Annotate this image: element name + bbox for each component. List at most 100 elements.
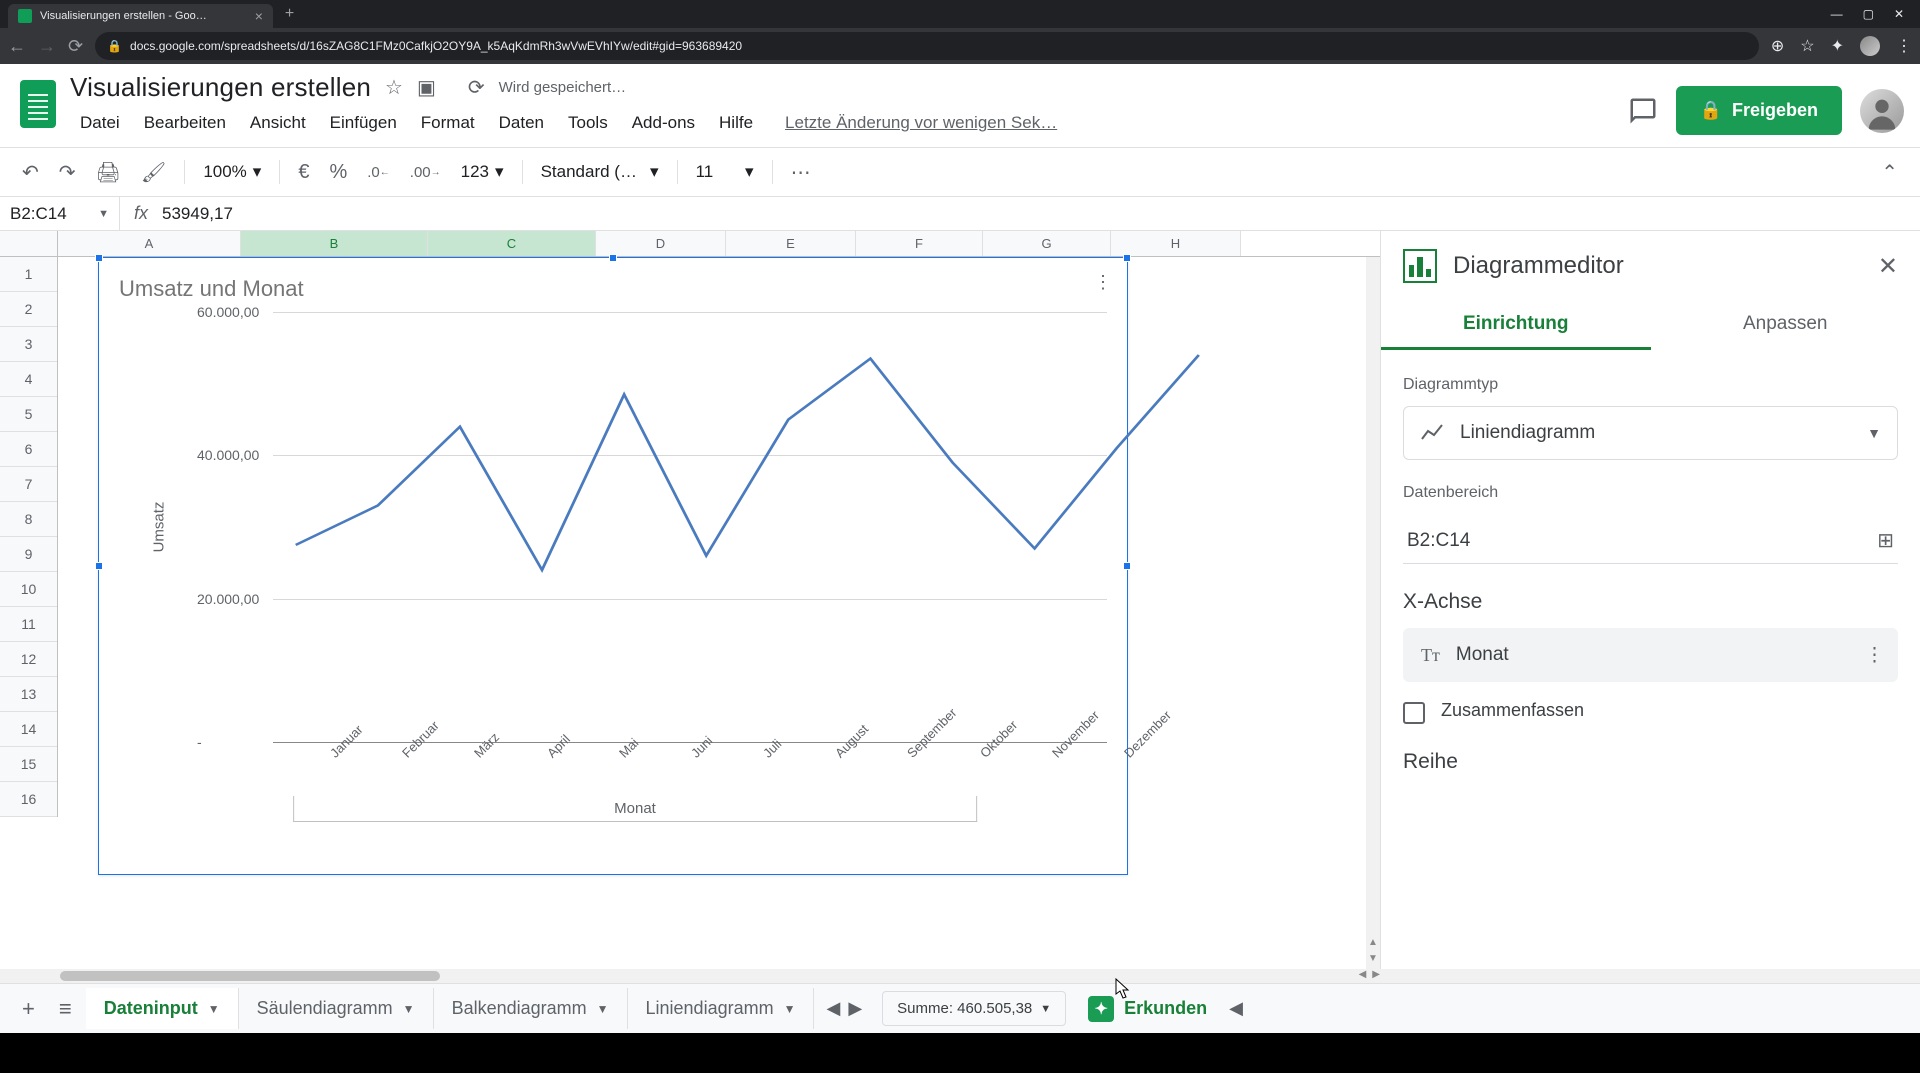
scrollbar-thumb[interactable] (60, 971, 440, 981)
row-header[interactable]: 11 (0, 607, 57, 642)
all-sheets-button[interactable]: ≡ (49, 988, 82, 1030)
formula-input[interactable]: 53949,17 (162, 204, 233, 224)
menu-datei[interactable]: Datei (70, 109, 130, 137)
name-box[interactable]: B2:C14 ▼ (0, 197, 120, 230)
quick-sum[interactable]: Summe: 460.505,38 ▼ (882, 991, 1066, 1026)
comments-icon[interactable] (1628, 96, 1658, 126)
row-header[interactable]: 4 (0, 362, 57, 397)
collapse-sidepanel-icon[interactable]: ◀ (1221, 998, 1251, 1019)
row-header[interactable]: 16 (0, 782, 57, 817)
scroll-down-icon[interactable]: ▼ (1366, 953, 1380, 967)
tab-setup[interactable]: Einrichtung (1381, 301, 1651, 350)
browser-tab[interactable]: Visualisierungen erstellen - Goo… × (8, 4, 273, 28)
tab-customize[interactable]: Anpassen (1651, 301, 1920, 350)
row-header[interactable]: 13 (0, 677, 57, 712)
percent-button[interactable]: % (323, 155, 353, 190)
move-document-icon[interactable]: ▣ (417, 75, 436, 100)
sheets-logo[interactable] (14, 72, 62, 136)
menu-format[interactable]: Format (411, 109, 485, 137)
add-sheet-button[interactable]: + (12, 988, 45, 1030)
column-header[interactable]: G (983, 231, 1111, 256)
cells-grid[interactable]: ng ⋮ Umsatz und Monat Umsatz 60.000,0040… (58, 257, 1380, 817)
menu-add-ons[interactable]: Add-ons (622, 109, 705, 137)
row-header[interactable]: 3 (0, 327, 57, 362)
scroll-left-icon[interactable]: ◀ (1359, 969, 1367, 983)
sheet-tab[interactable]: Dateninput ▼ (86, 988, 239, 1029)
select-all-corner[interactable] (0, 231, 58, 256)
x-axis-label[interactable]: Monat (293, 796, 977, 822)
column-header[interactable]: H (1111, 231, 1241, 256)
row-header[interactable]: 5 (0, 397, 57, 432)
currency-button[interactable]: € (292, 155, 315, 190)
row-header[interactable]: 7 (0, 467, 57, 502)
column-header[interactable]: D (596, 231, 726, 256)
new-tab-button[interactable]: + (285, 5, 294, 23)
sheet-tab[interactable]: Säulendiagramm ▼ (239, 988, 434, 1029)
undo-button[interactable]: ↶ (16, 154, 45, 191)
aggregate-checkbox-row[interactable]: Zusammenfassen (1403, 700, 1898, 724)
decrease-decimal-button[interactable]: .0← (361, 158, 396, 187)
browser-menu-icon[interactable]: ⋮ (1896, 36, 1912, 56)
collapse-toolbar-icon[interactable]: ⌃ (1875, 154, 1904, 191)
menu-ansicht[interactable]: Ansicht (240, 109, 316, 137)
sheet-nav-right-icon[interactable]: ▶ (848, 998, 862, 1019)
sheet-tab[interactable]: Balkendiagramm ▼ (434, 988, 628, 1029)
column-header[interactable]: E (726, 231, 856, 256)
resize-handle[interactable] (95, 562, 103, 570)
row-header[interactable]: 2 (0, 292, 57, 327)
maximize-icon[interactable]: ▢ (1863, 7, 1874, 21)
scroll-up-icon[interactable]: ▲ (1366, 937, 1380, 951)
row-header[interactable]: 1 (0, 257, 57, 292)
extensions-icon[interactable]: ✦ (1831, 36, 1844, 56)
menu-hilfe[interactable]: Hilfe (709, 109, 763, 137)
aggregate-checkbox[interactable] (1403, 702, 1425, 724)
close-panel-icon[interactable]: ✕ (1878, 252, 1898, 281)
row-header[interactable]: 15 (0, 747, 57, 782)
column-header[interactable]: C (428, 231, 596, 256)
menu-tools[interactable]: Tools (558, 109, 618, 137)
chevron-down-icon[interactable]: ▼ (98, 208, 109, 220)
row-header[interactable]: 6 (0, 432, 57, 467)
row-header[interactable]: 14 (0, 712, 57, 747)
column-header[interactable]: F (856, 231, 983, 256)
horizontal-scrollbar[interactable]: ◀ ▶ (0, 969, 1920, 983)
account-avatar[interactable] (1860, 89, 1904, 133)
menu-daten[interactable]: Daten (489, 109, 554, 137)
menu-bearbeiten[interactable]: Bearbeiten (134, 109, 236, 137)
resize-handle[interactable] (1123, 254, 1131, 262)
share-button[interactable]: 🔒 Freigeben (1676, 86, 1842, 135)
chart-type-select[interactable]: Liniendiagramm ▼ (1403, 406, 1898, 460)
sheet-nav-left-icon[interactable]: ◀ (826, 998, 840, 1019)
resize-handle[interactable] (609, 254, 617, 262)
last-change-link[interactable]: Letzte Änderung vor wenigen Sek… (767, 113, 1057, 133)
column-header[interactable]: B (241, 231, 428, 256)
column-header[interactable]: A (58, 231, 241, 256)
chart-title[interactable]: Umsatz und Monat (119, 276, 1107, 302)
reload-button[interactable]: ⟳ (68, 36, 83, 57)
star-icon[interactable]: ☆ (1800, 36, 1814, 56)
close-window-icon[interactable]: ✕ (1894, 7, 1904, 21)
explore-button[interactable]: ✦ Erkunden (1088, 996, 1207, 1022)
forward-button[interactable]: → (38, 36, 56, 57)
paint-format-button[interactable]: 🖌 (135, 154, 172, 191)
font-size-select[interactable]: 11 ▾ (690, 158, 760, 186)
scroll-right-icon[interactable]: ▶ (1372, 969, 1380, 983)
url-bar[interactable]: 🔒 docs.google.com/spreadsheets/d/16sZAG8… (95, 32, 1759, 60)
zoom-icon[interactable]: ⊕ (1771, 36, 1784, 56)
menu-einfügen[interactable]: Einfügen (320, 109, 407, 137)
vertical-scrollbar[interactable]: ▲ ▼ (1366, 257, 1380, 969)
browser-profile-avatar[interactable] (1860, 36, 1880, 56)
row-header[interactable]: 12 (0, 642, 57, 677)
x-axis-field[interactable]: Tᴛ Monat ⋮ (1403, 628, 1898, 682)
chart-menu-icon[interactable]: ⋮ (1094, 272, 1113, 293)
close-tab-icon[interactable]: × (255, 8, 263, 24)
star-document-icon[interactable]: ☆ (385, 75, 403, 100)
select-range-icon[interactable]: ⊞ (1877, 528, 1894, 553)
minimize-icon[interactable]: — (1831, 7, 1843, 21)
format-123-select[interactable]: 123 ▾ (455, 158, 510, 186)
row-header[interactable]: 9 (0, 537, 57, 572)
chart-object[interactable]: ⋮ Umsatz und Monat Umsatz 60.000,0040.00… (98, 257, 1128, 875)
redo-button[interactable]: ↷ (53, 154, 82, 191)
document-title[interactable]: Visualisierungen erstellen (70, 72, 371, 103)
data-range-input[interactable]: B2:C14 ⊞ (1403, 514, 1898, 564)
